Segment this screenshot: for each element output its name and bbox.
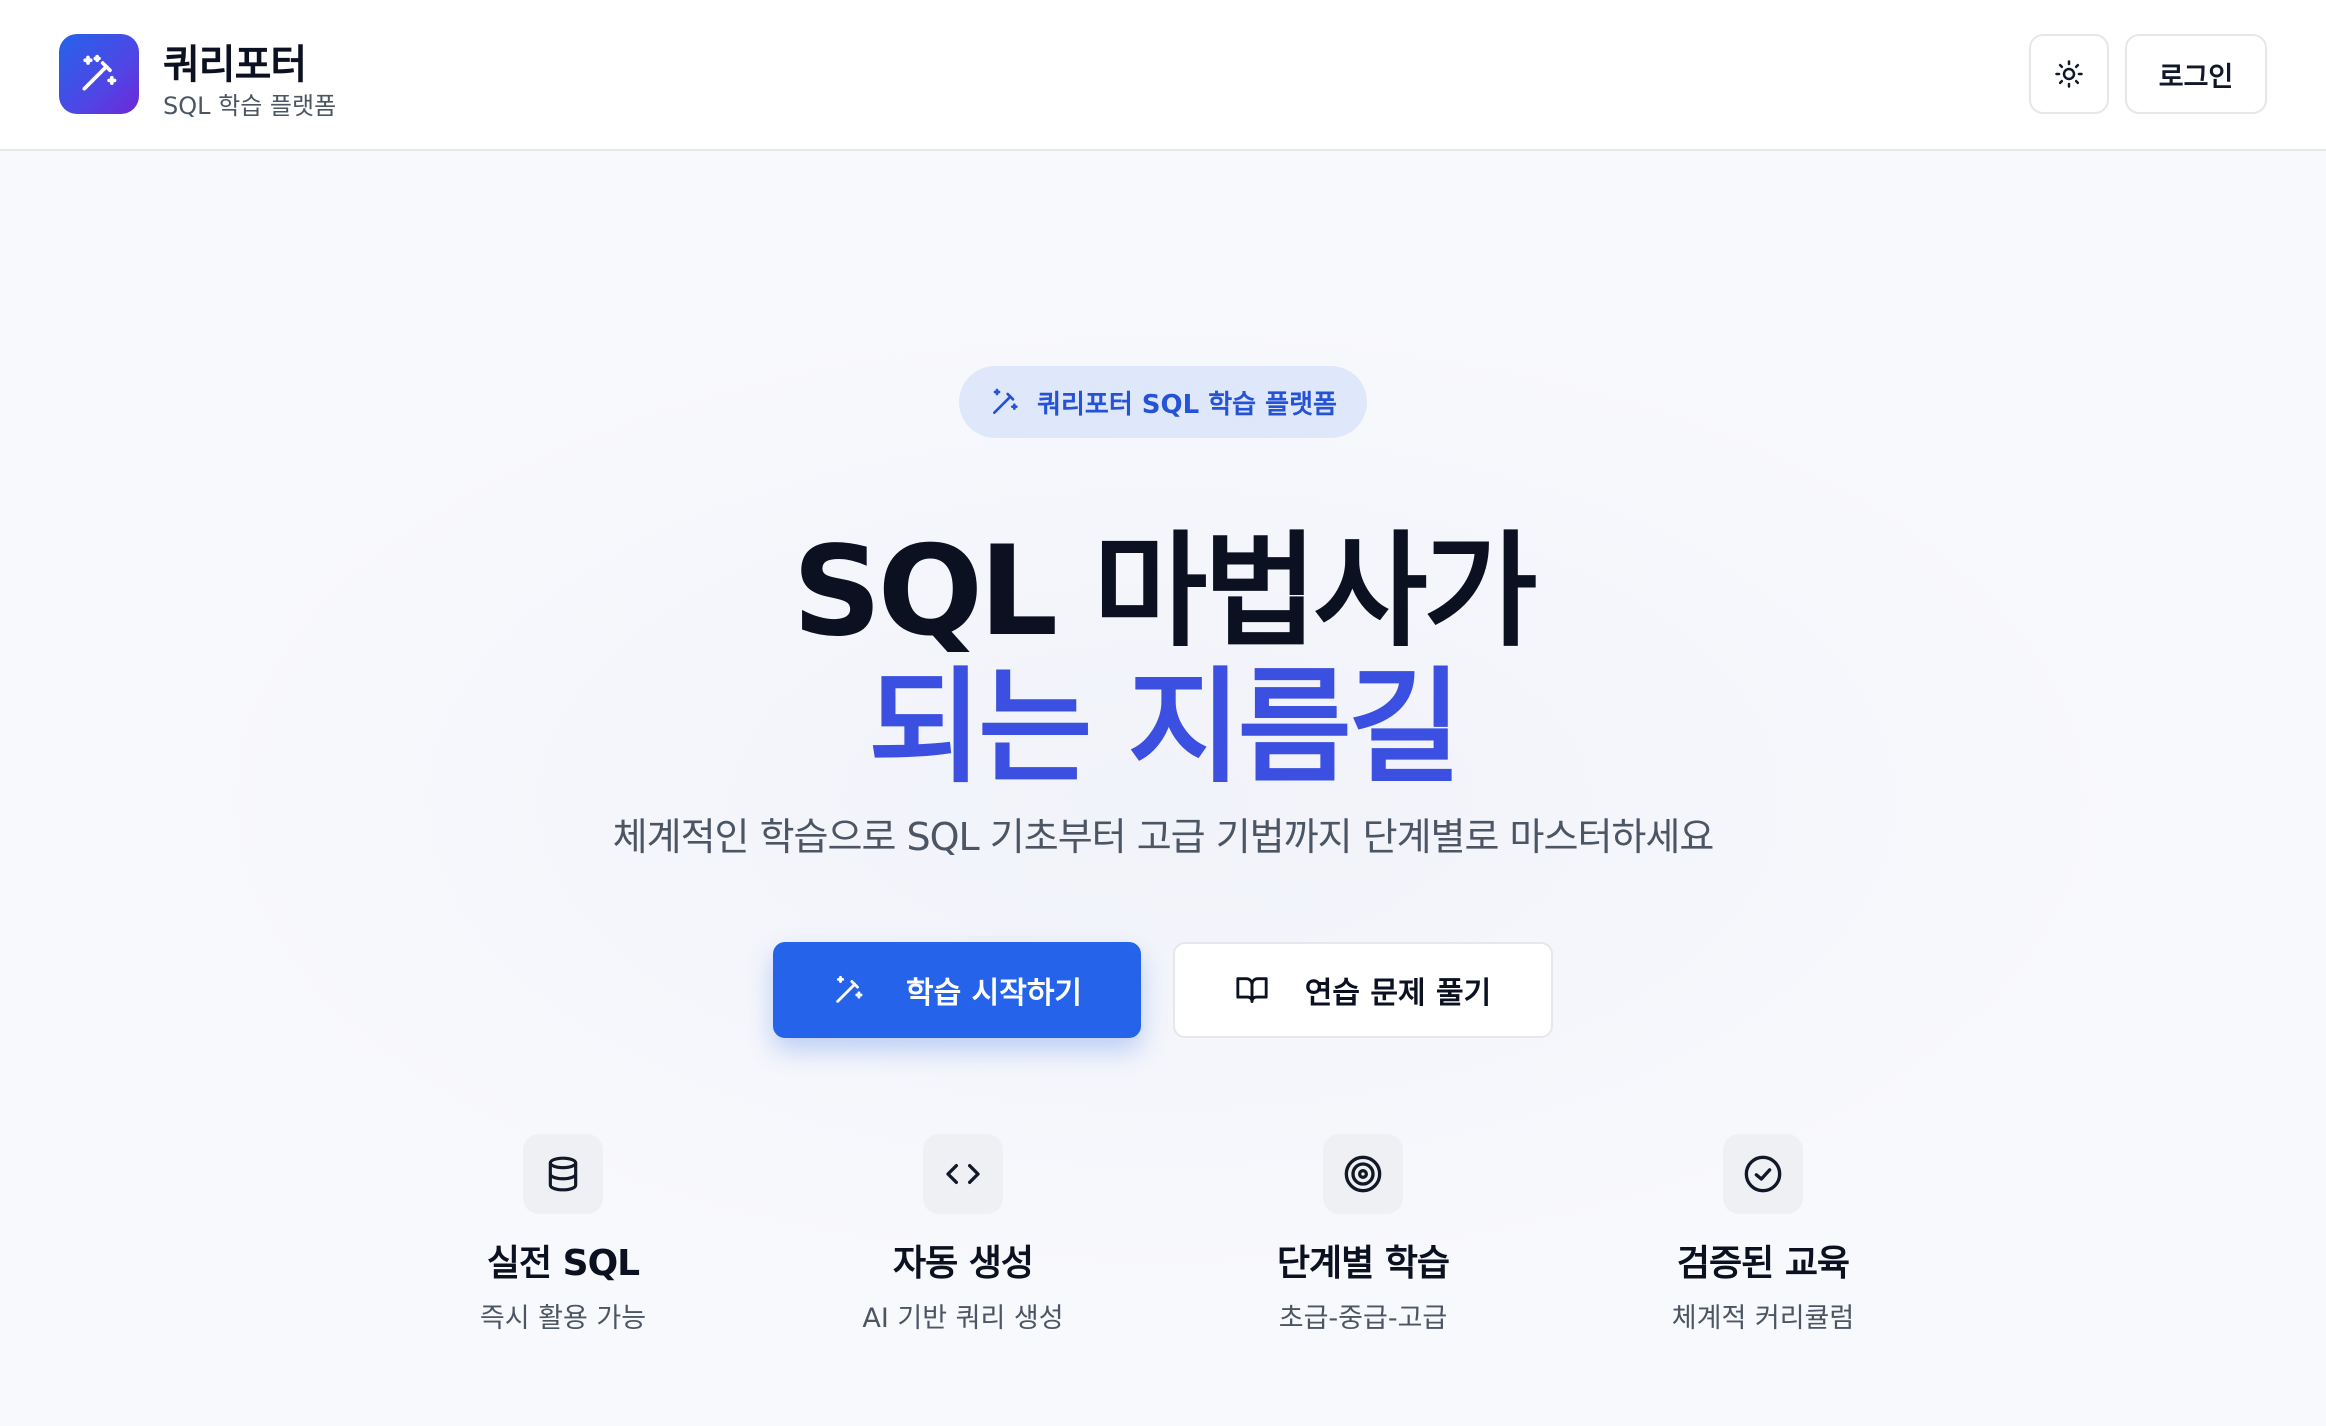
feature-item: 자동 생성 AI 기반 쿼리 생성 (803, 1134, 1123, 1335)
feature-subtitle: AI 기반 쿼리 생성 (862, 1303, 1064, 1334)
magic-wand-icon (82, 54, 117, 91)
hero-badge: 쿼리포터 SQL 학습 플랫폼 (959, 366, 1367, 438)
practice-problems-button[interactable]: 연습 문제 풀기 (1173, 942, 1553, 1038)
theme-toggle-button[interactable] (2029, 34, 2109, 114)
practice-problems-label: 연습 문제 풀기 (1304, 976, 1492, 1011)
feature-title: 검증된 교육 (1676, 1243, 1850, 1284)
feature-item: 단계별 학습 초급-중급-고급 (1203, 1134, 1523, 1335)
hero-headline-line2: 되는 지름길 (868, 656, 1462, 800)
brand-logo[interactable] (59, 34, 139, 114)
feature-item: 실전 SQL 즉시 활용 가능 (403, 1134, 723, 1335)
feature-title: 단계별 학습 (1276, 1243, 1450, 1284)
feature-icon-box (923, 1134, 1003, 1214)
feature-title: 자동 생성 (892, 1243, 1034, 1284)
hero-badge-label: 쿼리포터 SQL 학습 플랫폼 (1037, 389, 1337, 420)
feature-subtitle: 체계적 커리큘럼 (1671, 1303, 1855, 1334)
book-open-icon (1236, 977, 1268, 1003)
feature-subtitle: 즉시 활용 가능 (479, 1303, 647, 1334)
code-icon (946, 1164, 980, 1184)
top-header: 쿼리포터 SQL 학습 플랫폼 로그인 (0, 0, 2326, 151)
magic-wand-icon (993, 388, 1018, 414)
magic-wand-icon (836, 975, 863, 1003)
hero-subtitle: 체계적인 학습으로 SQL 기초부터 고급 기법까지 단계별로 마스터하세요 (612, 815, 1715, 859)
feature-icon-box (523, 1134, 603, 1214)
start-learning-label: 학습 시작하기 (905, 976, 1083, 1011)
feature-subtitle: 초급-중급-고급 (1278, 1303, 1448, 1334)
feature-icon-box (1723, 1134, 1803, 1214)
feature-icon-box (1323, 1134, 1403, 1214)
check-circle-icon (1744, 1155, 1782, 1193)
feature-title: 실전 SQL (486, 1243, 640, 1284)
brand-subtitle: SQL 학습 플랫폼 (163, 92, 337, 120)
feature-item: 검증된 교육 체계적 커리큘럼 (1603, 1134, 1923, 1335)
brand-name[interactable]: 쿼리포터 (163, 32, 307, 90)
target-icon (1344, 1155, 1382, 1193)
login-button[interactable]: 로그인 (2125, 34, 2267, 114)
sun-icon (2055, 60, 2083, 88)
database-icon (548, 1156, 578, 1192)
start-learning-button[interactable]: 학습 시작하기 (773, 942, 1141, 1038)
